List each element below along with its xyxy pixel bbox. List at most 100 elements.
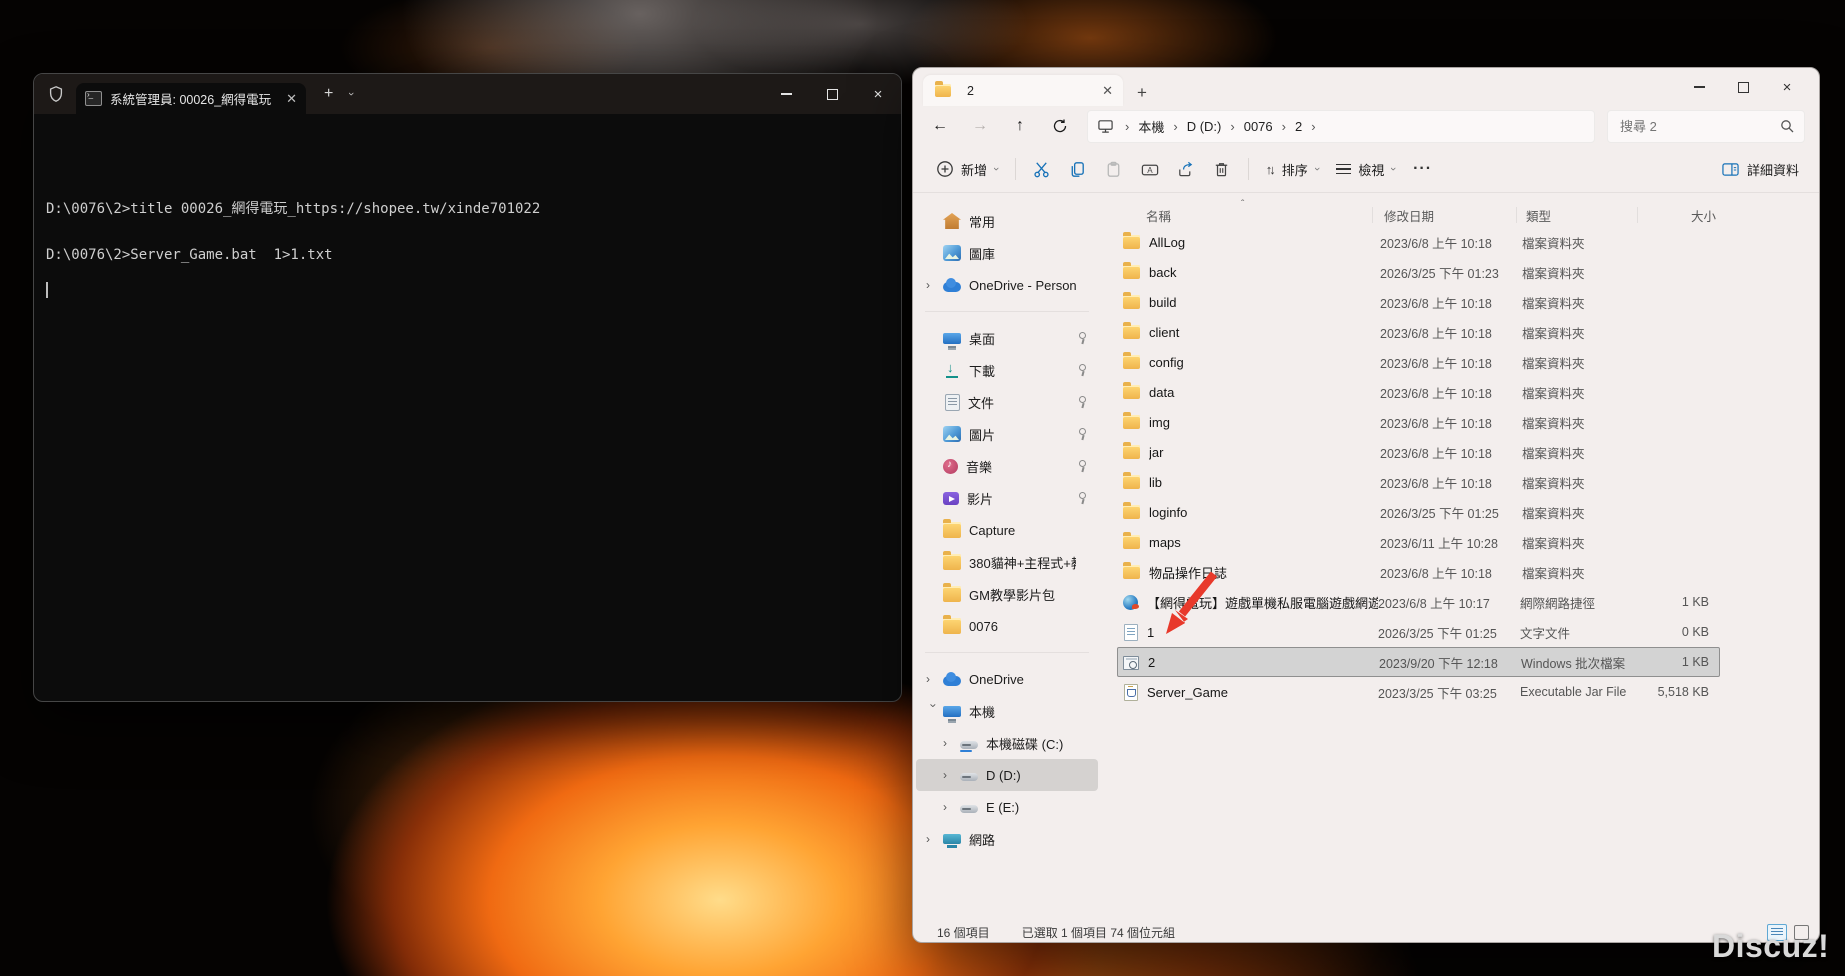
terminal-tab[interactable]: 系統管理員: 00026_網得電玩 ✕: [76, 83, 306, 114]
sidebar-item[interactable]: › OneDrive: [916, 663, 1098, 695]
more-options-button[interactable]: ···: [1404, 153, 1441, 185]
explorer-new-tab-button[interactable]: +: [1137, 84, 1147, 101]
breadcrumb-item[interactable]: 本機: [1136, 117, 1166, 136]
sidebar-item[interactable]: [925, 311, 1089, 312]
file-row[interactable]: build 2023/6/8 上午 10:18 檔案資料夾: [1117, 287, 1720, 317]
search-box[interactable]: [1607, 110, 1805, 143]
search-input[interactable]: [1618, 118, 1774, 135]
file-row[interactable]: loginfo 2026/3/25 下午 01:25 檔案資料夾: [1117, 497, 1720, 527]
breadcrumb-item[interactable]: 0076: [1242, 119, 1275, 134]
rename-button[interactable]: A: [1132, 153, 1168, 185]
file-row[interactable]: 2 2023/9/20 下午 12:18 Windows 批次檔案 1 KB: [1117, 647, 1720, 677]
breadcrumb-separator: ›: [1125, 119, 1129, 134]
sidebar-item[interactable]: › OneDrive - Personal: [916, 269, 1098, 301]
file-row[interactable]: back 2026/3/25 下午 01:23 檔案資料夾: [1117, 257, 1720, 287]
explorer-close-button[interactable]: ×: [1765, 68, 1809, 106]
sidebar-item[interactable]: 文件: [916, 386, 1098, 418]
sort-button[interactable]: ↑↓ 排序 ›: [1257, 153, 1328, 185]
explorer-tab[interactable]: 2 ✕: [923, 75, 1123, 106]
sidebar-item[interactable]: 380貓神+主程式+教學+教: [916, 546, 1098, 578]
scissors-icon: [1032, 160, 1051, 179]
refresh-button[interactable]: [1047, 118, 1073, 134]
back-button[interactable]: ←: [927, 117, 953, 135]
sidebar-item[interactable]: 常用: [916, 205, 1098, 237]
column-header-name[interactable]: 名稱: [1146, 206, 1384, 225]
sidebar-item[interactable]: 0076: [916, 610, 1098, 642]
sidebar-item[interactable]: › E (E:): [916, 791, 1098, 823]
chevron-right-icon[interactable]: ›: [927, 704, 941, 719]
sidebar-item-label: 380貓神+主程式+教學+教: [969, 553, 1076, 572]
chevron-right-icon[interactable]: ›: [943, 768, 958, 782]
chevron-right-icon[interactable]: ›: [943, 736, 958, 750]
terminal-minimize-button[interactable]: [763, 74, 809, 114]
chevron-right-icon[interactable]: ›: [926, 278, 941, 292]
chevron-right-icon[interactable]: ›: [926, 672, 941, 686]
file-row[interactable]: data 2023/6/8 上午 10:18 檔案資料夾: [1117, 377, 1720, 407]
sidebar-item[interactable]: Capture: [916, 514, 1098, 546]
terminal-tab-close-icon[interactable]: ✕: [286, 92, 297, 105]
forward-button[interactable]: →: [967, 117, 993, 135]
explorer-maximize-button[interactable]: [1721, 68, 1765, 106]
breadcrumb-item[interactable]: D (D:): [1185, 119, 1224, 134]
file-date-modified: 2023/6/11 上午 10:28: [1380, 533, 1522, 552]
file-icon: [1123, 595, 1138, 610]
sidebar-item[interactable]: › 網路: [916, 823, 1098, 855]
terminal-output[interactable]: D:\0076\2>title 00026_網得電玩_https://shope…: [34, 114, 901, 282]
details-pane-label: 詳細資料: [1747, 160, 1799, 179]
new-button[interactable]: 新增 ›: [927, 153, 1007, 185]
file-date-modified: 2023/3/25 下午 03:25: [1378, 683, 1520, 702]
sidebar-item[interactable]: 圖庫: [916, 237, 1098, 269]
paste-button[interactable]: [1096, 153, 1132, 185]
copy-button[interactable]: [1060, 153, 1096, 185]
file-row[interactable]: Server_Game 2023/3/25 下午 03:25 Executabl…: [1117, 677, 1720, 707]
file-date-modified: 2023/6/8 上午 10:18: [1380, 563, 1522, 582]
file-row[interactable]: client 2023/6/8 上午 10:18 檔案資料夾: [1117, 317, 1720, 347]
sidebar-item[interactable]: GM教學影片包: [916, 578, 1098, 610]
terminal-tab-dropdown-icon[interactable]: ›: [345, 92, 357, 96]
column-header-date[interactable]: 修改日期: [1384, 206, 1526, 225]
column-header-type[interactable]: 類型: [1526, 206, 1638, 225]
terminal-new-tab-button[interactable]: +: [324, 85, 333, 103]
cut-button[interactable]: [1024, 153, 1060, 185]
column-divider[interactable]: [1372, 207, 1373, 223]
sidebar-item-icon: [943, 618, 961, 634]
delete-button[interactable]: [1204, 153, 1240, 185]
chevron-right-icon[interactable]: ›: [926, 832, 941, 846]
file-icon: [1124, 684, 1138, 701]
share-button[interactable]: [1168, 153, 1204, 185]
file-row[interactable]: jar 2023/6/8 上午 10:18 檔案資料夾: [1117, 437, 1720, 467]
sidebar-item[interactable]: 桌面: [916, 322, 1098, 354]
up-button[interactable]: ↑: [1007, 117, 1033, 135]
column-divider[interactable]: [1637, 207, 1638, 223]
sidebar-item-label: 圖庫: [969, 244, 1076, 263]
sidebar-item-icon: [943, 213, 961, 229]
chevron-right-icon[interactable]: ›: [943, 800, 958, 814]
file-row[interactable]: AllLog 2023/6/8 上午 10:18 檔案資料夾: [1117, 227, 1720, 257]
sidebar-item[interactable]: › 本機磁碟 (C:): [916, 727, 1098, 759]
view-button[interactable]: 檢視 ›: [1327, 153, 1404, 185]
sidebar-item[interactable]: 圖片: [916, 418, 1098, 450]
file-row[interactable]: config 2023/6/8 上午 10:18 檔案資料夾: [1117, 347, 1720, 377]
file-row[interactable]: maps 2023/6/11 上午 10:28 檔案資料夾: [1117, 527, 1720, 557]
breadcrumb-item[interactable]: 2: [1293, 119, 1304, 134]
sidebar-item[interactable]: › D (D:): [916, 759, 1098, 791]
file-icon: [1123, 355, 1140, 369]
explorer-tab-close-icon[interactable]: ✕: [1102, 84, 1113, 97]
details-pane-button[interactable]: 詳細資料: [1721, 160, 1805, 179]
explorer-minimize-button[interactable]: [1677, 68, 1721, 106]
sidebar-item[interactable]: › 本機: [916, 695, 1098, 727]
sidebar-item[interactable]: 影片: [916, 482, 1098, 514]
terminal-titlebar[interactable]: 系統管理員: 00026_網得電玩 ✕ + › ×: [34, 74, 901, 114]
terminal-line: [46, 221, 889, 244]
terminal-maximize-button[interactable]: [809, 74, 855, 114]
file-row[interactable]: lib 2023/6/8 上午 10:18 檔案資料夾: [1117, 467, 1720, 497]
file-name: lib: [1149, 475, 1380, 490]
breadcrumb[interactable]: › 本機 › D (D:) › 0076 ›: [1087, 110, 1595, 143]
column-header-size[interactable]: 大小: [1638, 206, 1716, 225]
sidebar-item[interactable]: 音樂: [916, 450, 1098, 482]
sidebar-item[interactable]: [925, 652, 1089, 653]
terminal-close-button[interactable]: ×: [855, 74, 901, 114]
column-divider[interactable]: [1516, 207, 1517, 223]
file-row[interactable]: img 2023/6/8 上午 10:18 檔案資料夾: [1117, 407, 1720, 437]
sidebar-item[interactable]: 下載: [916, 354, 1098, 386]
